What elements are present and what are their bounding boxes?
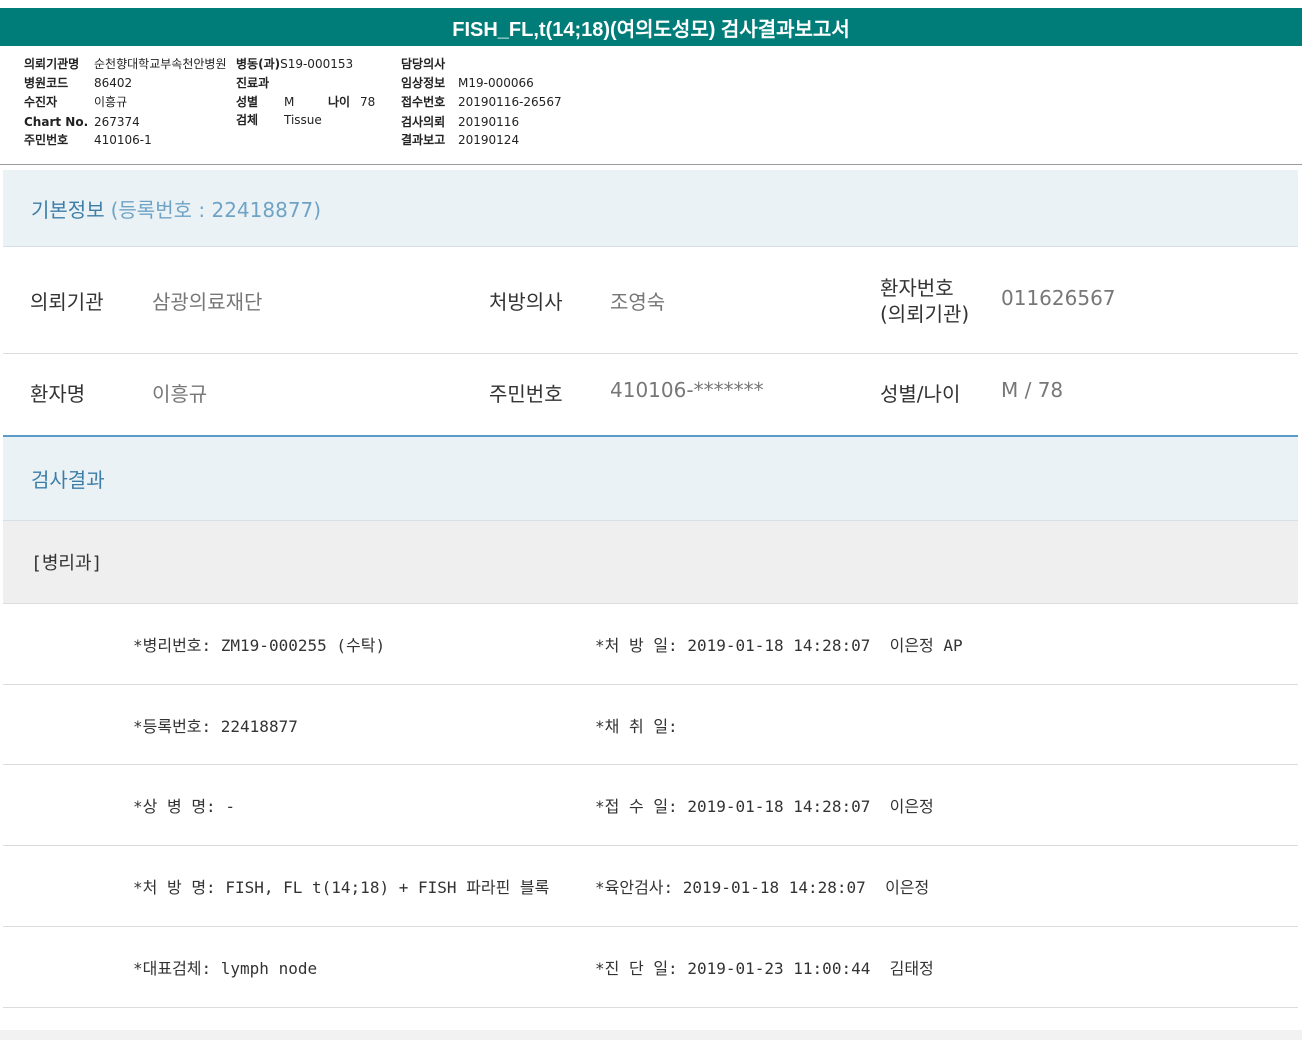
dept-row: [병리과] <box>3 521 1298 604</box>
header-report-date: 결과보고 20190124 <box>401 133 520 147</box>
patient-id-label: 환자번호 <box>880 276 954 300</box>
patient-id-sublabel: (의뢰기관) <box>880 302 970 326</box>
basic-info-reg-no: (등록번호 : 22418877) <box>110 197 322 222</box>
result-row: *처 방 명: FISH, FL t(14;18) + FISH 파라핀 블록 … <box>3 846 1298 927</box>
rrn-value: 410106-******* <box>610 378 764 402</box>
header-dept: 진료과 <box>236 76 270 90</box>
result-row: *등록번호: 22418877 *채 취 일: <box>3 685 1298 765</box>
prescriber-value: 조영숙 <box>610 290 666 314</box>
header-specimen: 검체 Tissue <box>236 113 322 127</box>
report-title-bar: FISH_FL,t(14;18)(여의도성모) 검사결과보고서 <box>0 8 1302 46</box>
institution-label: 의뢰기관 <box>30 290 104 314</box>
pathology-no: *병리번호: ZM19-000255 (수탁) <box>133 636 386 655</box>
bottom-bar <box>0 1030 1302 1040</box>
basic-info-row-2: 환자명 이흥규 주민번호 410106-******* 성별/나이 M / 78 <box>3 354 1298 437</box>
header-age: 나이 78 <box>328 95 376 109</box>
header-ward: 병동(과)S19-000153 <box>236 57 354 71</box>
header-rrn: 주민번호 410106-1 <box>24 133 152 147</box>
institution-value: 삼광의료재단 <box>152 290 263 314</box>
patient-name-value: 이흥규 <box>152 382 208 406</box>
basic-info-heading: 기본정보 (등록번호 : 22418877) <box>3 170 1298 247</box>
diagnosis-name: *상 병 명: - <box>133 797 235 816</box>
receipt-date: *접 수 일: 2019-01-18 14:28:07 이은정 <box>595 797 934 816</box>
results-heading: 검사결과 <box>3 437 1298 521</box>
result-row: *병리번호: ZM19-000255 (수탁) *처 방 일: 2019-01-… <box>3 604 1298 685</box>
report-title: FISH_FL,t(14;18)(여의도성모) 검사결과보고서 <box>452 18 850 41</box>
order-name: *처 방 명: FISH, FL t(14;18) + FISH 파라핀 블록 <box>133 878 550 897</box>
collection-date: *채 취 일: <box>595 717 678 736</box>
header-hospital-code: 병원코드 86402 <box>24 76 133 90</box>
patient-id-value: 011626567 <box>1001 286 1116 310</box>
report-header: 의뢰기관명 순천향대학교부속천안병원 병원코드 86402 수진자 이흥규 Chart… <box>0 46 1302 165</box>
results-title: 검사결과 <box>31 468 105 492</box>
header-receipt-no: 접수번호 20190116-26567 <box>401 95 562 109</box>
prescription-date: *처 방 일: 2019-01-18 14:28:07 이은정 AP <box>595 636 963 655</box>
header-clinical-info: 임상정보 M19-000066 <box>401 76 534 90</box>
patient-name-label: 환자명 <box>30 382 86 406</box>
representative-specimen: *대표검체: lymph node <box>133 959 318 978</box>
sex-age-label: 성별/나이 <box>880 382 961 406</box>
result-row: *대표검체: lymph node *진 단 일: 2019-01-23 11:… <box>3 927 1298 1008</box>
header-sex: 성별 M <box>236 95 295 109</box>
gross-exam-date: *육안검사: 2019-01-18 14:28:07 이은정 <box>595 878 930 897</box>
header-chart-no: Chart No. 267374 <box>24 115 140 129</box>
prescriber-label: 처방의사 <box>489 290 563 314</box>
result-row: *상 병 명: - *접 수 일: 2019-01-18 14:28:07 이은… <box>3 765 1298 846</box>
dept-label: [병리과] <box>31 553 103 574</box>
diagnosis-date: *진 단 일: 2019-01-23 11:00:44 김태정 <box>595 959 934 978</box>
header-request-date: 검사의뢰 20190116 <box>401 115 520 129</box>
basic-info-row-1: 의뢰기관 삼광의료재단 처방의사 조영숙 환자번호 (의뢰기관) 0116265… <box>3 248 1298 354</box>
header-patient: 수진자 이흥규 <box>24 95 128 109</box>
header-institution: 의뢰기관명 순천향대학교부속천안병원 <box>24 57 227 71</box>
header-attending: 담당의사 <box>401 57 446 71</box>
rrn-label: 주민번호 <box>489 382 563 406</box>
basic-info-title: 기본정보 <box>31 197 105 222</box>
sex-age-value: M / 78 <box>1001 378 1064 402</box>
registration-no: *등록번호: 22418877 <box>133 717 298 736</box>
